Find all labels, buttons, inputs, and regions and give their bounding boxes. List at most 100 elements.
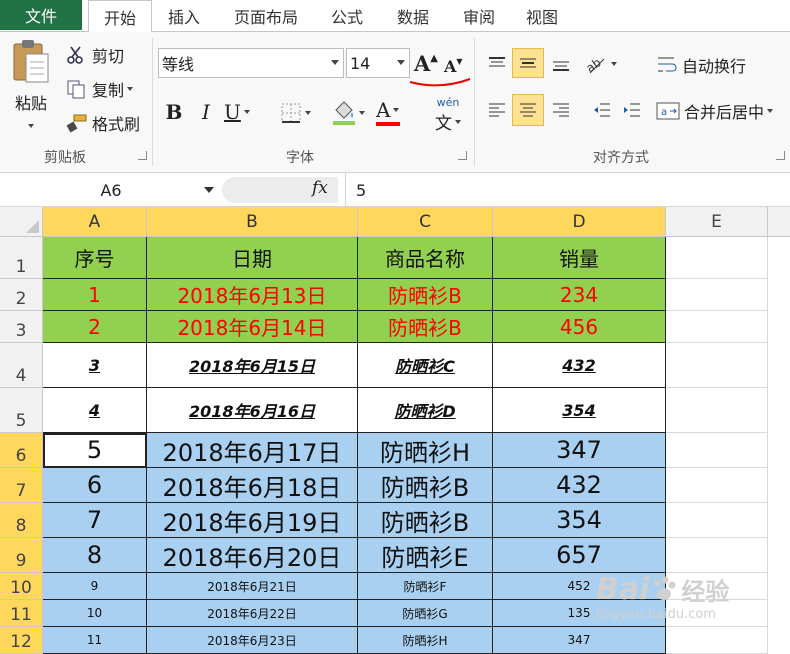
clipboard-dialog-launcher[interactable] <box>138 151 147 160</box>
tab-file[interactable]: 文件 <box>0 0 82 30</box>
orientation-button[interactable]: ab <box>584 50 624 78</box>
cell-a9[interactable]: 8 <box>43 538 147 573</box>
row-header-12[interactable]: 12 <box>0 627 43 654</box>
cell-a7[interactable]: 6 <box>43 468 147 503</box>
align-right-button[interactable] <box>546 96 576 124</box>
column-header-d[interactable]: D <box>493 207 666 237</box>
cell-b4[interactable]: 2018年6月15日 <box>147 343 358 388</box>
cell-e7[interactable] <box>666 468 768 503</box>
cell-d6[interactable]: 347 <box>493 433 666 468</box>
cell-a12[interactable]: 11 <box>43 627 147 654</box>
cell-c2[interactable]: 防晒衫B <box>358 279 493 311</box>
align-middle-button[interactable] <box>512 48 544 78</box>
cell-e1[interactable] <box>666 237 768 279</box>
row-header-1[interactable]: 1 <box>0 237 43 279</box>
row-header-10[interactable]: 10 <box>0 573 43 600</box>
cell-a2[interactable]: 1 <box>43 279 147 311</box>
tab-formulas[interactable]: 公式 <box>318 0 376 32</box>
insert-function-button[interactable]: fx <box>312 178 328 198</box>
merge-center-button[interactable]: a 合并后居中 <box>656 98 774 124</box>
cell-a5[interactable]: 4 <box>43 388 147 433</box>
format-painter-button[interactable]: 格式刷 <box>66 110 140 136</box>
phonetic-button[interactable]: wén 文 <box>428 96 468 134</box>
cell-b12[interactable]: 2018年6月23日 <box>147 627 358 654</box>
grow-font-button[interactable]: A ▲ <box>414 50 438 76</box>
cell-c9[interactable]: 防晒衫E <box>358 538 493 573</box>
cell-d4[interactable]: 432 <box>493 343 666 388</box>
cell-b5[interactable]: 2018年6月16日 <box>147 388 358 433</box>
copy-button[interactable]: 复制 <box>66 76 134 102</box>
cell-d5[interactable]: 354 <box>493 388 666 433</box>
formula-input[interactable]: 5 <box>345 173 785 207</box>
cell-b10[interactable]: 2018年6月21日 <box>147 573 358 600</box>
align-center-button[interactable] <box>512 94 544 126</box>
cell-a4[interactable]: 3 <box>43 343 147 388</box>
row-header-11[interactable]: 11 <box>0 600 43 627</box>
cell-c8[interactable]: 防晒衫B <box>358 503 493 538</box>
row-header-7[interactable]: 7 <box>0 468 43 503</box>
cell-b3[interactable]: 2018年6月14日 <box>147 311 358 343</box>
tab-data[interactable]: 数据 <box>384 0 442 32</box>
alignment-dialog-launcher[interactable] <box>776 151 785 160</box>
cell-e8[interactable] <box>666 503 768 538</box>
column-header-f[interactable] <box>768 207 790 237</box>
cell-d7[interactable]: 432 <box>493 468 666 503</box>
cell-a6-active[interactable]: 5 <box>43 433 147 468</box>
cell-b11[interactable]: 2018年6月22日 <box>147 600 358 627</box>
select-all-button[interactable] <box>0 207 43 237</box>
font-size-select[interactable]: 14 <box>346 48 410 78</box>
cell-a11[interactable]: 10 <box>43 600 147 627</box>
font-name-select[interactable]: 等线 <box>158 48 344 78</box>
cell-b8[interactable]: 2018年6月19日 <box>147 503 358 538</box>
tab-home[interactable]: 开始 <box>88 0 152 33</box>
wrap-text-button[interactable]: 自动换行 <box>656 52 746 78</box>
cell-a8[interactable]: 7 <box>43 503 147 538</box>
bold-button[interactable]: B <box>162 98 186 126</box>
cell-c6[interactable]: 防晒衫H <box>358 433 493 468</box>
underline-button[interactable]: U <box>224 98 264 126</box>
cell-a3[interactable]: 2 <box>43 311 147 343</box>
column-header-a[interactable]: A <box>43 207 147 237</box>
cell-a1[interactable]: 序号 <box>43 237 147 279</box>
font-color-button[interactable]: A <box>376 98 416 128</box>
cell-c3[interactable]: 防晒衫B <box>358 311 493 343</box>
cell-c12[interactable]: 防晒衫H <box>358 627 493 654</box>
align-left-button[interactable] <box>482 96 512 124</box>
cell-d2[interactable]: 234 <box>493 279 666 311</box>
column-header-c[interactable]: C <box>358 207 493 237</box>
borders-button[interactable] <box>280 100 320 126</box>
cell-b6[interactable]: 2018年6月17日 <box>147 433 358 468</box>
align-top-button[interactable] <box>482 50 512 78</box>
cell-b7[interactable]: 2018年6月18日 <box>147 468 358 503</box>
cell-e3[interactable] <box>666 311 768 343</box>
cell-b2[interactable]: 2018年6月13日 <box>147 279 358 311</box>
cell-d1[interactable]: 销量 <box>493 237 666 279</box>
cell-d8[interactable]: 354 <box>493 503 666 538</box>
tab-page-layout[interactable]: 页面布局 <box>222 0 310 32</box>
cell-e9[interactable] <box>666 538 768 573</box>
cell-e4[interactable] <box>666 343 768 388</box>
row-header-2[interactable]: 2 <box>0 279 43 311</box>
cell-e5[interactable] <box>666 388 768 433</box>
row-header-6[interactable]: 6 <box>0 433 43 468</box>
name-box[interactable]: A6 <box>2 177 220 203</box>
column-header-e[interactable]: E <box>666 207 768 237</box>
cell-c7[interactable]: 防晒衫B <box>358 468 493 503</box>
cell-b9[interactable]: 2018年6月20日 <box>147 538 358 573</box>
align-bottom-button[interactable] <box>546 50 576 78</box>
row-header-8[interactable]: 8 <box>0 503 43 538</box>
italic-button[interactable]: I <box>194 98 218 126</box>
tab-view[interactable]: 视图 <box>514 0 570 32</box>
cell-d3[interactable]: 456 <box>493 311 666 343</box>
row-header-4[interactable]: 4 <box>0 343 43 388</box>
cell-e2[interactable] <box>666 279 768 311</box>
cell-c1[interactable]: 商品名称 <box>358 237 493 279</box>
cell-d9[interactable]: 657 <box>493 538 666 573</box>
cell-c10[interactable]: 防晒衫F <box>358 573 493 600</box>
column-header-b[interactable]: B <box>147 207 358 237</box>
row-header-3[interactable]: 3 <box>0 311 43 343</box>
row-header-9[interactable]: 9 <box>0 538 43 573</box>
fill-color-button[interactable] <box>332 98 372 128</box>
row-header-5[interactable]: 5 <box>0 388 43 433</box>
cell-c4[interactable]: 防晒衫C <box>358 343 493 388</box>
